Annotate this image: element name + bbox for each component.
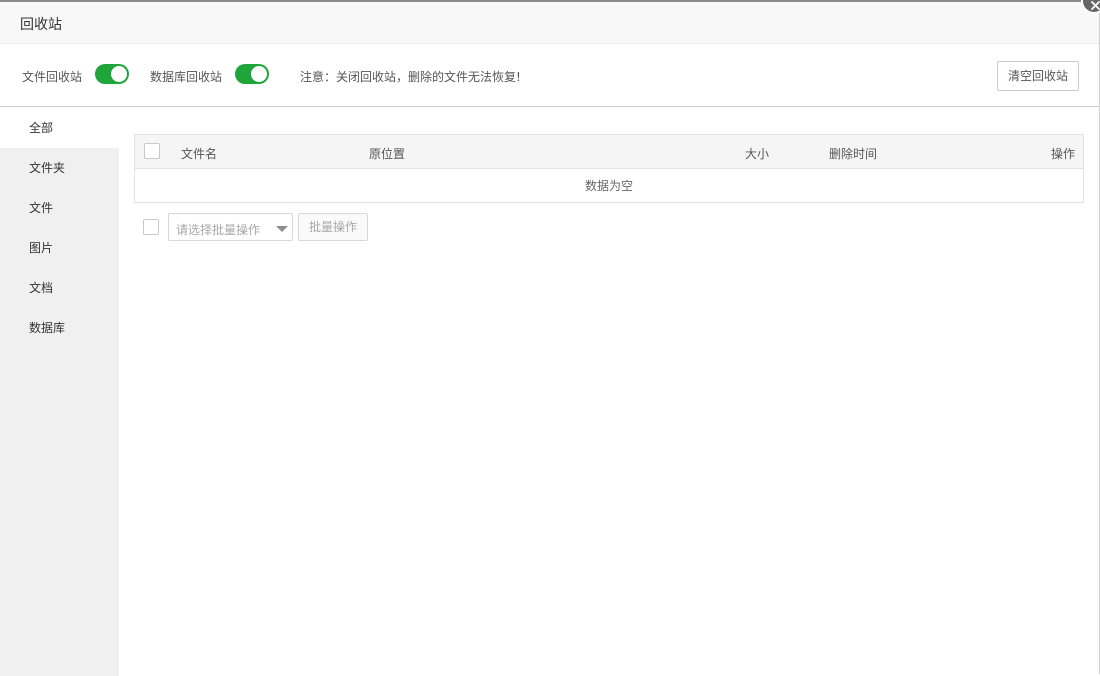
db-recycle-toggle[interactable]	[235, 64, 269, 84]
sidebar-item-all[interactable]: 全部	[0, 108, 119, 148]
file-recycle-toggle[interactable]	[95, 64, 129, 84]
clear-recycle-bin-button[interactable]: 清空回收站	[997, 61, 1079, 91]
select-all-checkbox[interactable]	[144, 143, 160, 159]
column-header-location[interactable]: 原位置	[369, 145, 405, 162]
close-icon	[1091, 1, 1100, 10]
recycle-settings-toolbar: 文件回收站 数据库回收站 注意：关闭回收站，删除的文件无法恢复! 清空回收站	[0, 44, 1099, 107]
db-recycle-label: 数据库回收站	[150, 70, 223, 84]
column-header-deleted-time[interactable]: 删除时间	[829, 145, 877, 162]
batch-select-checkbox[interactable]	[143, 219, 159, 235]
chevron-down-icon	[276, 226, 288, 232]
recycle-table: 文件名 原位置 大小 删除时间 操作 数据为空	[134, 134, 1084, 203]
batch-operation-select[interactable]: 请选择批量操作	[168, 213, 293, 241]
sidebar-item-images[interactable]: 图片	[0, 228, 119, 268]
file-recycle-label: 文件回收站	[22, 70, 83, 84]
batch-operation-button[interactable]: 批量操作	[298, 213, 368, 241]
dialog-title-bar: 回收站	[0, 2, 1099, 44]
toggle-knob	[111, 66, 127, 82]
recycle-bin-dialog: 回收站 文件回收站 数据库回收站 注意：关闭回收站，删除的文件无法恢复! 清空回…	[0, 0, 1100, 676]
table-header: 文件名 原位置 大小 删除时间 操作	[135, 135, 1083, 169]
toggle-knob	[251, 66, 267, 82]
warning-note: 注意：关闭回收站，删除的文件无法恢复!	[300, 70, 521, 84]
batch-select-placeholder: 请选择批量操作	[176, 223, 261, 237]
sidebar-item-folders[interactable]: 文件夹	[0, 148, 119, 188]
sidebar-item-documents[interactable]: 文档	[0, 268, 119, 308]
empty-state-text: 数据为空	[584, 179, 633, 193]
sidebar-item-files[interactable]: 文件	[0, 188, 119, 228]
category-sidebar: 全部 文件夹 文件 图片 文档 数据库	[0, 108, 119, 676]
sidebar-item-databases[interactable]: 数据库	[0, 308, 119, 348]
dialog-title: 回收站	[20, 17, 62, 33]
column-header-size[interactable]: 大小	[745, 145, 769, 162]
column-header-actions: 操作	[1051, 147, 1076, 161]
column-header-name[interactable]: 文件名	[181, 145, 217, 162]
